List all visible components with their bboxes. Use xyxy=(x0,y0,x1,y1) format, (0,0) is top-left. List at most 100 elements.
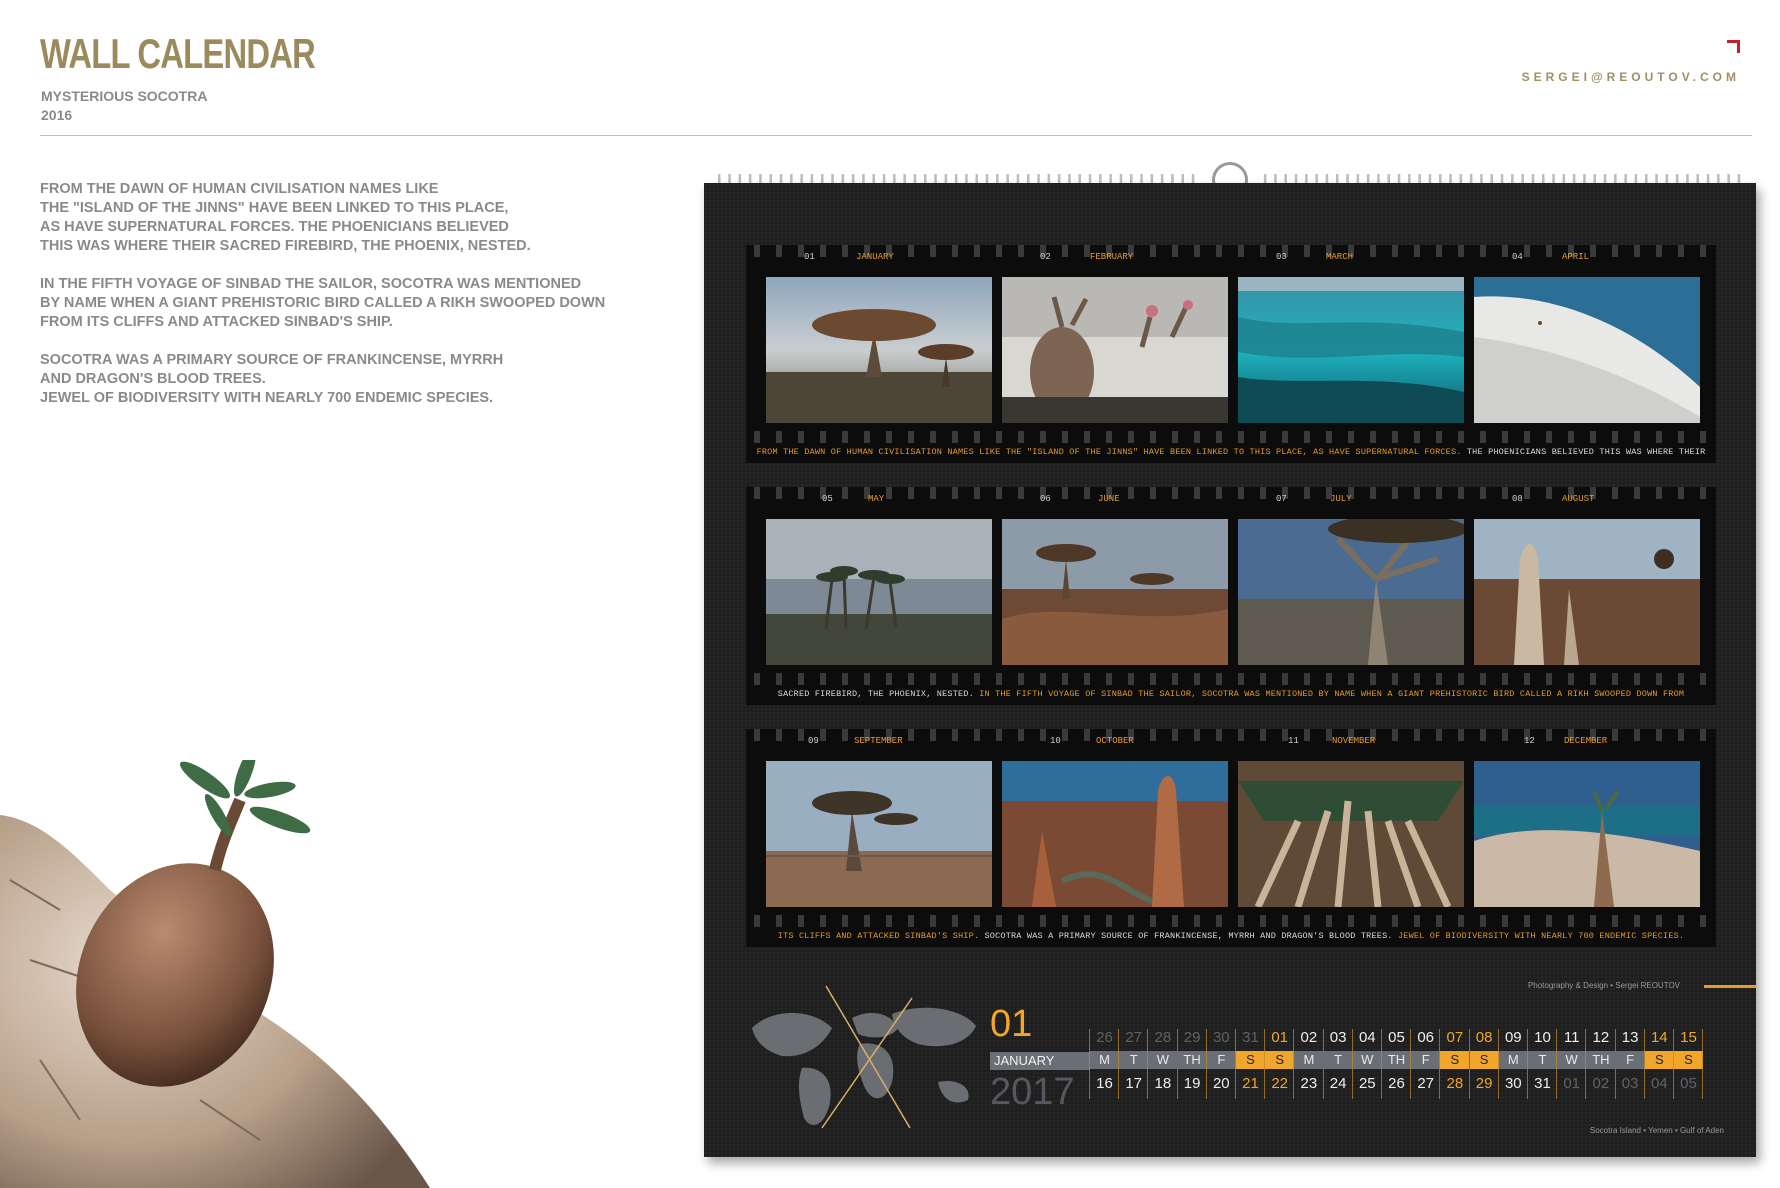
caption-row-1: FROM THE DAWN OF HUMAN CIVILISATION NAME… xyxy=(756,447,1706,457)
weekday-label: F xyxy=(1615,1051,1645,1069)
calendar-day-top: 12 xyxy=(1592,1029,1610,1046)
calendar-day-bottom: 28 xyxy=(1446,1075,1464,1092)
world-map-icon xyxy=(752,985,976,1129)
calendar-day-bottom: 29 xyxy=(1475,1075,1493,1092)
grid-separator xyxy=(1585,1029,1587,1099)
month-number: 04 xyxy=(1512,252,1523,262)
photo-february xyxy=(1002,277,1228,423)
month-name: FEBRUARY xyxy=(1090,252,1134,262)
weekday-label: T xyxy=(1528,1051,1557,1069)
calendar-day-top: 11 xyxy=(1563,1029,1580,1046)
calendar-day-bottom: 24 xyxy=(1329,1075,1347,1092)
intro-paragraph-3: SOCOTRA WAS A PRIMARY SOURCE OF FRANKINC… xyxy=(40,352,504,406)
film-strip-row-3: 09 SEPTEMBER 10 OCTOBER 11 NOVEMBER 12 D… xyxy=(746,729,1716,947)
grid-separator xyxy=(1673,1029,1674,1099)
caption-row-3: ITS CLIFFS AND ATTACKED SINBAD'S SHIP. S… xyxy=(777,931,1685,941)
photo-december xyxy=(1474,761,1700,907)
calendar-day-bottom: 05 xyxy=(1680,1075,1697,1092)
calendar-day-bottom: 30 xyxy=(1504,1075,1522,1092)
weekday-label: F xyxy=(1411,1051,1441,1069)
photo-credit: Photography & Design • Sergei REOUTOV xyxy=(1527,981,1680,990)
calendar-day-top: 26 xyxy=(1096,1029,1113,1046)
calendar-day-top: 02 xyxy=(1300,1029,1318,1046)
month-name: NOVEMBER xyxy=(1332,736,1376,746)
grid-separator xyxy=(1497,1029,1499,1099)
calendar-day-bottom: 22 xyxy=(1271,1075,1289,1092)
calendar-day-top: 30 xyxy=(1212,1029,1230,1046)
grid-separator xyxy=(1118,1029,1120,1099)
month-number: 02 xyxy=(1040,252,1051,262)
calendar-day-top: 29 xyxy=(1183,1029,1201,1046)
grid-separator xyxy=(1556,1029,1558,1099)
weekday-label: W xyxy=(1352,1051,1382,1069)
weekday-label: S xyxy=(1236,1051,1265,1069)
calendar-day-top: 14 xyxy=(1650,1029,1668,1046)
month-number: 07 xyxy=(1276,494,1287,504)
photo-march xyxy=(1238,277,1464,423)
grid-separator xyxy=(1527,1029,1528,1099)
grid-separator xyxy=(1643,1029,1645,1099)
email-link[interactable]: SERGEI@REOUTOV.COM xyxy=(1522,70,1740,84)
grid-separator xyxy=(1322,1029,1324,1099)
photo-july xyxy=(1238,515,1468,665)
calendar-day-top: 07 xyxy=(1446,1029,1464,1046)
corner-mark-icon xyxy=(1727,40,1740,53)
calendar-day-top: 01 xyxy=(1271,1029,1289,1046)
calendar-day-top: 31 xyxy=(1242,1029,1259,1046)
current-month-number: 01 xyxy=(990,1003,1033,1045)
wall-calendar: 01 JANUARY 02 FEBRUARY 03 MARCH 04 APRIL… xyxy=(704,183,1756,1157)
month-name: JANUARY xyxy=(856,252,894,262)
intro-paragraph-2: IN THE FIFTH VOYAGE OF SINBAD THE SAILOR… xyxy=(40,276,606,330)
intro-paragraph-1: FROM THE DAWN OF HUMAN CIVILISATION NAME… xyxy=(40,181,531,254)
calendar-day-bottom: 20 xyxy=(1212,1075,1230,1092)
photo-april xyxy=(1474,277,1700,423)
weekday-label: W xyxy=(1148,1051,1178,1069)
weekday-label: W xyxy=(1557,1051,1587,1069)
current-year: 2017 xyxy=(990,1071,1075,1113)
month-number: 05 xyxy=(822,494,833,504)
grid-separator xyxy=(1468,1029,1470,1099)
photo-august xyxy=(1474,519,1700,665)
month-number: 03 xyxy=(1276,252,1287,262)
grid-separator xyxy=(1264,1029,1266,1099)
calendar-day-bottom: 26 xyxy=(1388,1075,1405,1092)
divider xyxy=(40,135,1752,136)
calendar-day-top: 10 xyxy=(1534,1029,1551,1046)
photo-june xyxy=(1002,519,1228,665)
calendar-day-bottom: 21 xyxy=(1242,1075,1259,1092)
month-number: 12 xyxy=(1524,736,1535,746)
calendar-day-top: 13 xyxy=(1621,1029,1639,1046)
calendar-day-top: 05 xyxy=(1388,1029,1405,1046)
weekday-label: S xyxy=(1674,1051,1703,1069)
calendar-day-bottom: 04 xyxy=(1650,1075,1668,1092)
month-name: AUGUST xyxy=(1562,494,1595,504)
credit-accent-bar xyxy=(1704,985,1756,988)
calendar-day-top: 06 xyxy=(1417,1029,1435,1046)
month-name: DECEMBER xyxy=(1564,736,1608,746)
bottle-tree-image xyxy=(0,760,430,1188)
month-name: OCTOBER xyxy=(1096,736,1134,746)
weekday-label: M xyxy=(1294,1051,1324,1069)
calendar-day-bottom: 16 xyxy=(1096,1075,1113,1092)
weekday-label: TH xyxy=(1382,1051,1411,1069)
calendar-day-bottom: 27 xyxy=(1417,1075,1435,1092)
caption-row-2: SACRED FIREBIRD, THE PHOENIX, NESTED. IN… xyxy=(777,689,1685,699)
month-number: 10 xyxy=(1050,736,1061,746)
film-strip-row-1: 01 JANUARY 02 FEBRUARY 03 MARCH 04 APRIL… xyxy=(746,245,1716,463)
calendar-day-bottom: 25 xyxy=(1358,1075,1376,1092)
photo-october xyxy=(1002,761,1228,907)
grid-separator xyxy=(1439,1029,1441,1099)
month-name: MARCH xyxy=(1326,252,1354,262)
calendar-day-top: 09 xyxy=(1504,1029,1522,1046)
grid-separator xyxy=(1351,1029,1353,1099)
grid-separator xyxy=(1235,1029,1236,1099)
calendar-day-bottom: 02 xyxy=(1592,1075,1610,1092)
photo-may xyxy=(766,519,992,665)
grid-separator xyxy=(1205,1029,1207,1099)
calendar-year: 2016 xyxy=(41,107,73,123)
month-number: 09 xyxy=(808,736,819,746)
calendar-day-bottom: 31 xyxy=(1534,1075,1551,1092)
calendar-day-top: 03 xyxy=(1329,1029,1347,1046)
month-name: APRIL xyxy=(1562,252,1590,262)
film-strip-row-2: 05 MAY 06 JUNE 07 JULY 08 AUGUST SACRED … xyxy=(746,487,1716,705)
